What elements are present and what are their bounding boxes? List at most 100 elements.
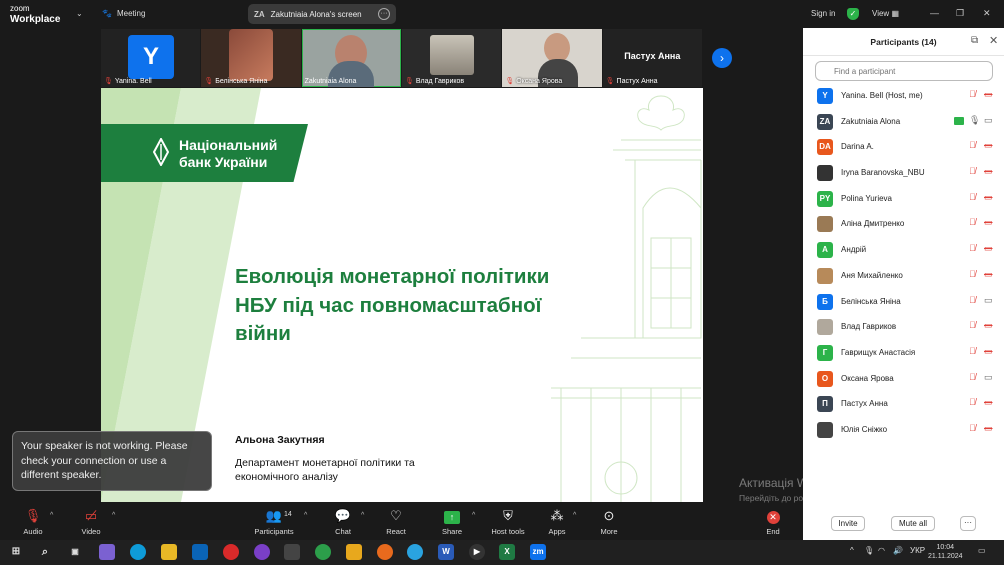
mic-off-icon[interactable]: 🎙̸ <box>969 346 976 356</box>
mic-off-icon[interactable]: 🎙̸ <box>969 295 976 305</box>
share-button[interactable]: ↑ Share <box>440 507 464 536</box>
mic-off-icon[interactable]: 🎙̸ <box>969 192 976 202</box>
participant-row[interactable]: Iryna Baranovska_NBU 🎙̸ ▭ <box>803 162 1004 188</box>
mic-off-icon[interactable]: 🎙̸ <box>969 397 976 407</box>
mic-off-icon[interactable]: 🎙̸ <box>969 423 976 433</box>
share-options-caret[interactable]: ^ <box>472 512 475 519</box>
apps-options-caret[interactable]: ^ <box>573 512 576 519</box>
participant-row[interactable]: Влад Гавриков 🎙̸ ▭ <box>803 316 1004 342</box>
mic-off-icon[interactable]: 🎙̸ <box>969 269 976 279</box>
video-tile[interactable]: 🎙 Белінська Яніна <box>201 29 301 87</box>
mute-all-button[interactable]: Mute all <box>891 516 935 531</box>
participant-row[interactable]: Г Гаврищук Анастасія 🎙̸ ▭ <box>803 342 1004 368</box>
video-tile-active-speaker[interactable]: Zakutniaia Alona <box>301 29 401 87</box>
firefox-icon[interactable] <box>377 544 393 560</box>
mic-off-icon[interactable]: 🎙̸ <box>969 217 976 227</box>
video-icon[interactable]: ▭ <box>984 115 993 126</box>
participant-row[interactable]: Аня Михайленко 🎙̸ ▭ <box>803 265 1004 291</box>
participant-row[interactable]: А Андрій 🎙̸ ▭ <box>803 239 1004 265</box>
video-icon[interactable]: ▭ <box>984 295 993 306</box>
search-input[interactable] <box>815 61 993 81</box>
mic-off-icon[interactable]: 🎙̸ <box>969 140 976 150</box>
audio-options-caret[interactable]: ^ <box>50 512 53 519</box>
participant-row[interactable]: П Пастух Анна 🎙̸ ▭ <box>803 393 1004 419</box>
audio-button[interactable]: 🎙 Audio <box>22 507 44 536</box>
search-icon[interactable]: ⌕ <box>37 544 53 560</box>
mic-off-icon[interactable]: 🎙̸ <box>969 372 976 382</box>
chevron-down-icon[interactable]: ⌄ <box>76 9 83 18</box>
mic-icon[interactable]: 🎙 <box>969 115 980 126</box>
video-off-icon[interactable]: ▭ <box>984 320 993 331</box>
notification-icon[interactable]: ▭ <box>978 546 986 555</box>
react-button[interactable]: ♡ React <box>384 507 408 536</box>
media-player-icon[interactable]: ▶ <box>469 544 485 560</box>
participant-row[interactable]: ZA Zakutniaia Alona 🎙 ▭ <box>803 111 1004 137</box>
wifi-icon[interactable]: ◠ <box>878 546 885 555</box>
more-icon[interactable]: ··· <box>378 8 390 20</box>
store-icon[interactable] <box>284 544 300 560</box>
meeting-menu[interactable]: 🐾 Meeting <box>102 9 145 18</box>
popout-icon[interactable]: ⧉ <box>971 35 978 46</box>
video-tile[interactable]: Y 🎙 Yanina. Bell <box>101 29 201 87</box>
minimize-icon[interactable]: — <box>930 8 939 18</box>
volume-icon[interactable]: 🔊 <box>893 546 903 555</box>
task-view-icon[interactable]: ▣ <box>67 544 83 560</box>
view-button[interactable]: View ▦ <box>872 9 899 18</box>
video-off-icon[interactable]: ▭ <box>984 217 993 228</box>
video-off-icon[interactable]: ▭ <box>984 423 993 434</box>
more-button[interactable]: ⊙ More <box>598 507 620 536</box>
restore-icon[interactable]: ❐ <box>956 8 964 19</box>
excel-icon[interactable]: X <box>499 544 515 560</box>
video-options-caret[interactable]: ^ <box>112 512 115 519</box>
mic-off-icon[interactable]: 🎙̸ <box>969 320 976 330</box>
participant-row[interactable]: Аліна Дмитренко 🎙̸ ▭ <box>803 213 1004 239</box>
video-tile[interactable]: 🎙 Оксана Ярова <box>502 29 602 87</box>
viber-icon[interactable] <box>254 544 270 560</box>
invite-button[interactable]: Invite <box>831 516 865 531</box>
video-off-icon[interactable]: ▭ <box>984 346 993 357</box>
video-off-icon[interactable]: ▭ <box>984 243 993 254</box>
chevron-up-icon[interactable]: ^ <box>850 546 854 555</box>
video-icon[interactable]: ▭ <box>984 372 993 383</box>
file-explorer-icon[interactable] <box>161 544 177 560</box>
mic-icon[interactable]: 🎙 <box>864 546 874 555</box>
video-button[interactable]: ▭̸ Video <box>80 507 102 536</box>
close-icon[interactable]: ✕ <box>983 8 991 19</box>
participant-row[interactable]: DA Darina A. 🎙̸ ▭ <box>803 136 1004 162</box>
windows-start-icon[interactable]: ⊞ <box>8 544 24 560</box>
screen-share-indicator[interactable]: ZA Zakutniaia Alona's screen ··· <box>248 4 396 24</box>
video-off-icon[interactable]: ▭ <box>984 192 993 203</box>
mic-off-icon[interactable]: 🎙̸ <box>969 166 976 176</box>
mic-off-icon[interactable]: 🎙̸ <box>969 243 976 253</box>
participant-row[interactable]: Б Белінська Яніна 🎙̸ ▭ <box>803 291 1004 317</box>
end-button[interactable]: ✕ End <box>762 507 784 536</box>
video-off-icon[interactable]: ▭ <box>984 269 993 280</box>
participant-row[interactable]: Юлія Сніжко 🎙̸ ▭ <box>803 419 1004 445</box>
participant-row[interactable]: Y Yanina. Bell (Host, me) 🎙̸ ▭ <box>803 85 1004 111</box>
video-off-icon[interactable]: ▭ <box>984 397 993 408</box>
word-icon[interactable]: W <box>438 544 454 560</box>
next-page-icon[interactable]: › <box>712 48 732 68</box>
language-indicator[interactable]: УКР <box>910 546 925 555</box>
video-off-icon[interactable]: ▭ <box>984 140 993 151</box>
outlook-icon[interactable] <box>192 544 208 560</box>
chat-button[interactable]: 💬 Chat <box>332 507 354 536</box>
video-off-icon[interactable]: ▭ <box>984 166 993 177</box>
shield-icon[interactable]: ✓ <box>847 8 859 20</box>
mic-off-icon[interactable]: 🎙̸ <box>969 89 976 99</box>
video-tile[interactable]: 🎙 Влад Гавриков <box>401 29 502 87</box>
apps-button[interactable]: ⁂ Apps <box>546 507 568 536</box>
copilot-icon[interactable] <box>99 544 115 560</box>
telegram-icon[interactable] <box>407 544 423 560</box>
opera-icon[interactable] <box>223 544 239 560</box>
clock[interactable]: 10:04 21.11.2024 <box>928 543 963 561</box>
participants-options-caret[interactable]: ^ <box>304 512 307 519</box>
close-icon[interactable]: ✕ <box>989 34 998 47</box>
host-tools-button[interactable]: ⛨ Host tools <box>488 507 528 536</box>
app-icon[interactable] <box>346 544 362 560</box>
participant-row[interactable]: PY Polina Yurieva 🎙̸ ▭ <box>803 188 1004 214</box>
video-off-icon[interactable]: ▭ <box>984 89 993 100</box>
video-tile[interactable]: Пастух Анна 🎙 Пастух Анна <box>602 29 702 87</box>
chat-options-caret[interactable]: ^ <box>361 512 364 519</box>
zoom-app-icon[interactable]: zm <box>530 544 546 560</box>
